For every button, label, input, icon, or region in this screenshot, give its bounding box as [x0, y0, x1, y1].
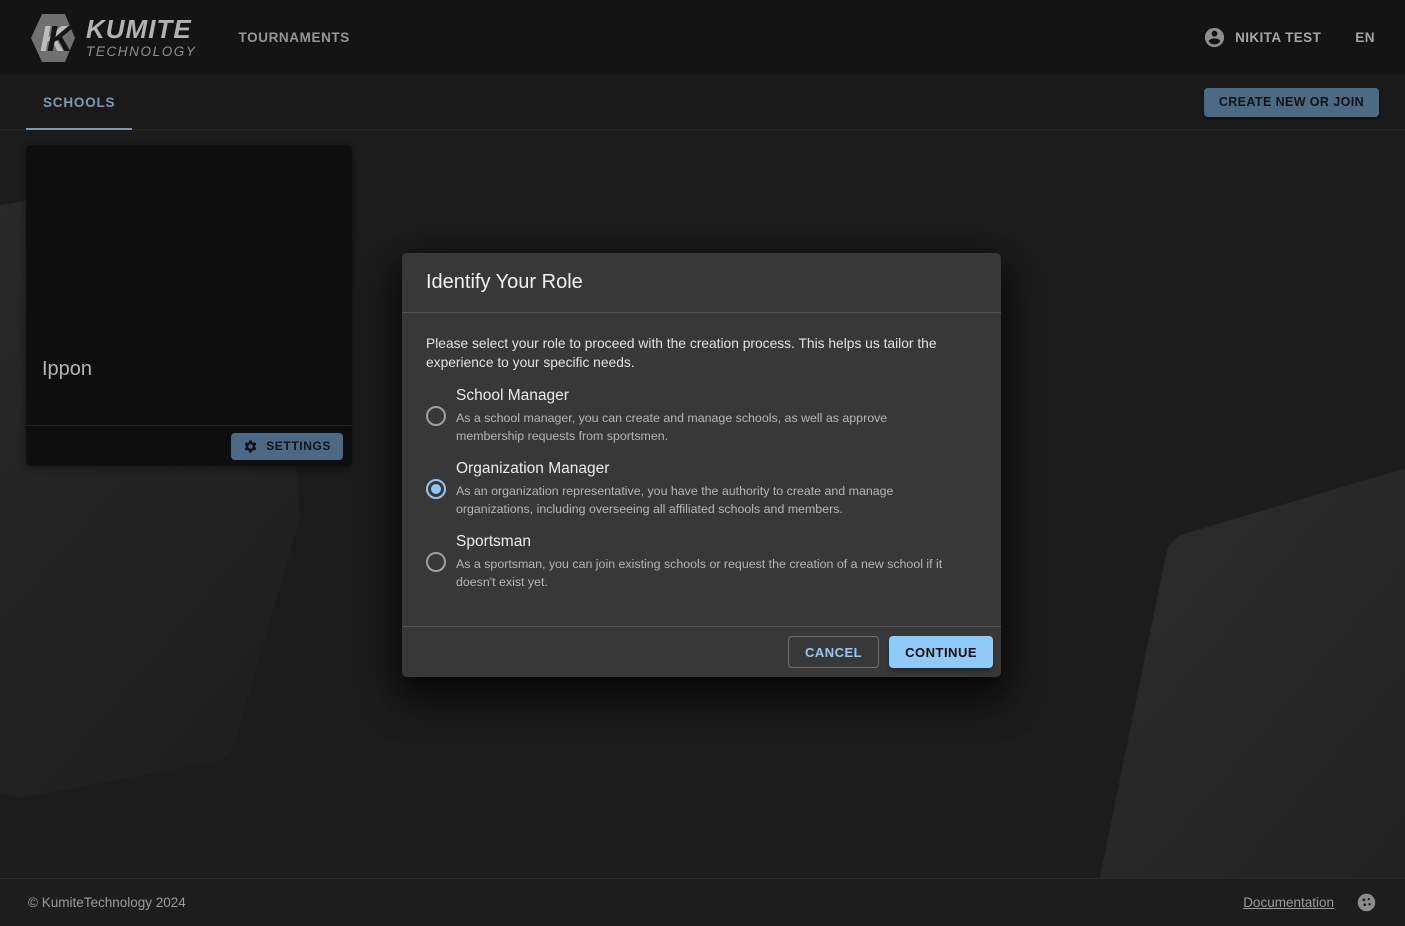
identify-role-dialog: Identify Your Role Please select your ro… — [402, 253, 1001, 677]
app-header: K K KUMITE TECHNOLOGY TOURNAMENTS NIKITA… — [0, 0, 1405, 75]
school-card-media: Ippon — [26, 145, 352, 425]
tab-schools[interactable]: SCHOOLS — [26, 75, 132, 129]
continue-button[interactable]: CONTINUE — [889, 636, 993, 668]
gear-icon — [243, 439, 258, 454]
app-footer: © KumiteTechnology 2024 Documentation — [0, 878, 1405, 926]
brand-subtitle: TECHNOLOGY — [86, 45, 197, 59]
cookie-settings-button[interactable] — [1356, 892, 1377, 913]
footer-right: Documentation — [1243, 892, 1377, 913]
cookie-icon — [1356, 892, 1377, 913]
school-card-actions: SETTINGS — [26, 426, 352, 466]
create-new-or-join-button[interactable]: CREATE NEW OR JOIN — [1204, 88, 1379, 117]
brand-text: KUMITE TECHNOLOGY — [86, 16, 197, 59]
dialog-intro-text: Please select your role to proceed with … — [426, 334, 954, 372]
option-label-school-manager[interactable]: School Manager — [456, 387, 956, 405]
school-card-title: Ippon — [42, 358, 92, 381]
header-right: NIKITA TEST EN — [1203, 26, 1375, 49]
dialog-title: Identify Your Role — [402, 253, 1001, 313]
role-options: School Manager As a school manager, you … — [426, 387, 977, 591]
role-option-school-manager[interactable]: School Manager As a school manager, you … — [426, 387, 977, 445]
cancel-button[interactable]: CANCEL — [788, 636, 879, 668]
option-label-organization-manager[interactable]: Organization Manager — [456, 460, 956, 478]
role-option-sportsman[interactable]: Sportsman As a sportsman, you can join e… — [426, 533, 977, 591]
school-card[interactable]: Ippon SETTINGS — [26, 145, 352, 466]
option-label-sportsman[interactable]: Sportsman — [456, 533, 956, 551]
brand-logo[interactable]: K K KUMITE TECHNOLOGY — [30, 13, 197, 63]
option-desc-sportsman: As a sportsman, you can join existing sc… — [456, 556, 956, 591]
radio-sportsman[interactable] — [426, 552, 446, 572]
option-desc-organization-manager: As an organization representative, you h… — [456, 483, 956, 518]
user-avatar-icon — [1203, 26, 1226, 49]
option-text: School Manager As a school manager, you … — [456, 387, 956, 445]
tabbar: SCHOOLS CREATE NEW OR JOIN — [0, 75, 1405, 130]
option-text: Sportsman As a sportsman, you can join e… — [456, 533, 956, 591]
user-name: NIKITA TEST — [1235, 30, 1321, 45]
option-desc-school-manager: As a school manager, you can create and … — [456, 410, 956, 445]
main-nav: TOURNAMENTS — [239, 29, 350, 47]
dialog-actions: CANCEL CONTINUE — [402, 626, 1001, 677]
tab-schools-label: SCHOOLS — [43, 95, 115, 110]
copyright-text: © KumiteTechnology 2024 — [28, 895, 186, 910]
settings-button-label: SETTINGS — [266, 439, 331, 453]
dialog-content: Please select your role to proceed with … — [402, 313, 1001, 591]
option-text: Organization Manager As an organization … — [456, 460, 956, 518]
radio-school-manager[interactable] — [426, 406, 446, 426]
user-menu[interactable]: NIKITA TEST — [1203, 26, 1321, 49]
settings-button[interactable]: SETTINGS — [231, 433, 343, 460]
role-option-organization-manager[interactable]: Organization Manager As an organization … — [426, 460, 977, 518]
brand-title: KUMITE — [86, 16, 197, 42]
documentation-link[interactable]: Documentation — [1243, 895, 1334, 910]
language-selector[interactable]: EN — [1355, 30, 1375, 45]
kumite-hexagon-logo-icon: K K — [30, 13, 76, 63]
watermark-shape-right — [1118, 497, 1405, 926]
nav-tournaments[interactable]: TOURNAMENTS — [239, 30, 350, 45]
logo-letter-dark: K — [47, 18, 76, 59]
radio-organization-manager[interactable] — [426, 479, 446, 499]
